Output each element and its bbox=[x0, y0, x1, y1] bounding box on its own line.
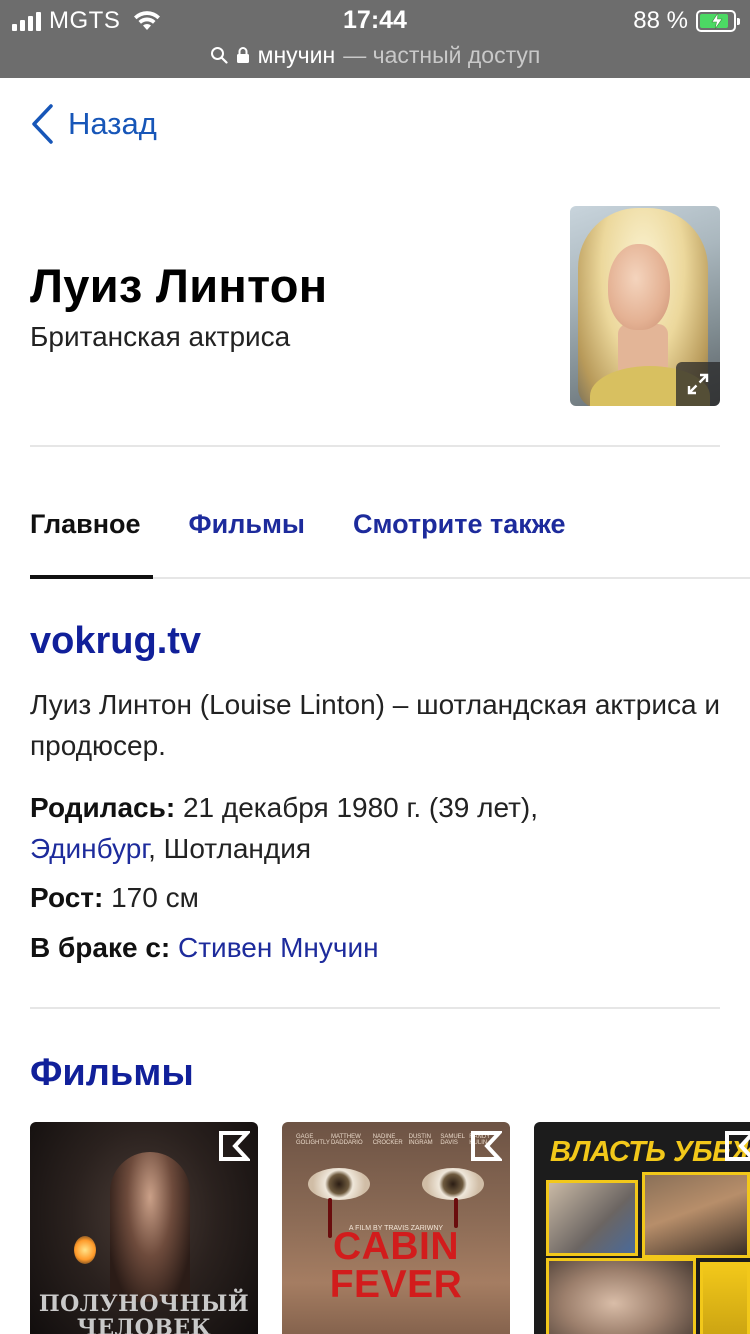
poster-cast-name: SAMUEL DAVIS bbox=[440, 1134, 465, 1146]
poster-title: ВЛАСТЬ УБЕЖДЕНИЯ bbox=[550, 1136, 750, 1168]
battery-icon bbox=[696, 10, 740, 32]
poster-title: ПОЛУНОЧНЫЙ ЧЕЛОВЕК bbox=[38, 1291, 250, 1334]
header-divider bbox=[30, 445, 720, 447]
lock-icon bbox=[236, 47, 249, 63]
poster-title: CABIN FEVER bbox=[329, 1225, 463, 1306]
summary-text: Луиз Линтон (Louise Linton) – шотландска… bbox=[30, 689, 720, 761]
born-city-link[interactable]: Эдинбург bbox=[30, 833, 148, 864]
born-value: 21 декабря 1980 г. (39 лет), bbox=[182, 792, 539, 823]
url-domain: мнучин bbox=[257, 41, 336, 68]
status-right: 88 % bbox=[633, 7, 740, 34]
fact-spouse: В браке с: Стивен Мнучин bbox=[30, 927, 720, 968]
poster-panel bbox=[546, 1180, 638, 1256]
film-card-persuasion[interactable]: ВЛАСТЬ УБЕЖДЕНИЯ bbox=[534, 1122, 750, 1334]
address-bar[interactable]: мнучин — частный доступ bbox=[0, 40, 750, 70]
search-icon bbox=[210, 47, 228, 64]
kinopoisk-icon bbox=[725, 1131, 750, 1161]
poster-panel bbox=[546, 1258, 696, 1334]
poster-figure bbox=[110, 1152, 190, 1302]
poster-cast-names: GAGE GOLIGHTLY MATTHEW DADDARIO NADINE C… bbox=[296, 1134, 496, 1146]
tab-see-also[interactable]: Смотрите также bbox=[353, 500, 566, 548]
back-label: Назад bbox=[68, 106, 157, 141]
active-tab-indicator bbox=[30, 575, 153, 579]
height-label: Рост: bbox=[30, 882, 104, 913]
film-card-cabin-fever[interactable]: GAGE GOLIGHTLY MATTHEW DADDARIO NADINE C… bbox=[282, 1122, 510, 1334]
tab-main[interactable]: Главное bbox=[30, 500, 141, 548]
status-bar: MGTS 17:44 88 % мнучин — частный доступ bbox=[0, 0, 750, 78]
poster-cast-name: GAGE GOLIGHTLY bbox=[296, 1134, 330, 1146]
info-divider bbox=[30, 1007, 720, 1009]
fact-height: Рост: 170 см bbox=[30, 877, 720, 918]
person-description: Британская актриса bbox=[30, 321, 291, 352]
poster-candle bbox=[74, 1236, 96, 1264]
expand-icon bbox=[687, 373, 709, 395]
height-value: 170 см bbox=[111, 882, 199, 913]
tab-bar: Главное Фильмы Смотрите также bbox=[30, 500, 566, 548]
poster-panel bbox=[642, 1172, 750, 1258]
tab-films[interactable]: Фильмы bbox=[189, 500, 305, 548]
poster-cast-name: DUSTIN INGRAM bbox=[408, 1134, 433, 1146]
born-country: , Шотландия bbox=[148, 833, 312, 864]
kinopoisk-icon bbox=[219, 1131, 250, 1161]
spouse-link[interactable]: Стивен Мнучин bbox=[178, 932, 379, 963]
chevron-left-icon bbox=[32, 104, 53, 144]
battery-nub bbox=[737, 18, 740, 25]
source-link[interactable]: vokrug.tv bbox=[30, 620, 201, 663]
charging-bolt-icon bbox=[711, 13, 723, 29]
person-photo[interactable] bbox=[570, 206, 720, 406]
poster-eyes bbox=[282, 1162, 510, 1212]
poster-panel bbox=[700, 1262, 750, 1334]
poster-eye-right bbox=[422, 1168, 484, 1200]
film-card-midnight-man[interactable]: ПОЛУНОЧНЫЙ ЧЕЛОВЕК bbox=[30, 1122, 258, 1334]
poster-blood-drip bbox=[454, 1198, 458, 1228]
films-section-title[interactable]: Фильмы bbox=[30, 1052, 194, 1095]
back-button[interactable]: Назад bbox=[30, 100, 157, 148]
poster-cast-name: NADINE CROCKER bbox=[372, 1134, 403, 1146]
battery-percent: 88 % bbox=[633, 7, 688, 34]
person-name: Луиз Линтон bbox=[30, 259, 328, 312]
born-label: Родилась: bbox=[30, 792, 176, 823]
fact-born: Родилась: 21 декабря 1980 г. (39 лет), Эд… bbox=[30, 787, 720, 869]
spouse-label: В браке с: bbox=[30, 932, 171, 963]
expand-photo-button[interactable] bbox=[676, 362, 720, 406]
kinopoisk-icon bbox=[471, 1131, 502, 1161]
url-private-note: — частный доступ bbox=[343, 41, 541, 68]
poster-cast-name: MATTHEW DADDARIO bbox=[330, 1134, 363, 1146]
photo-face bbox=[608, 244, 670, 330]
poster-eye-left bbox=[308, 1168, 370, 1200]
